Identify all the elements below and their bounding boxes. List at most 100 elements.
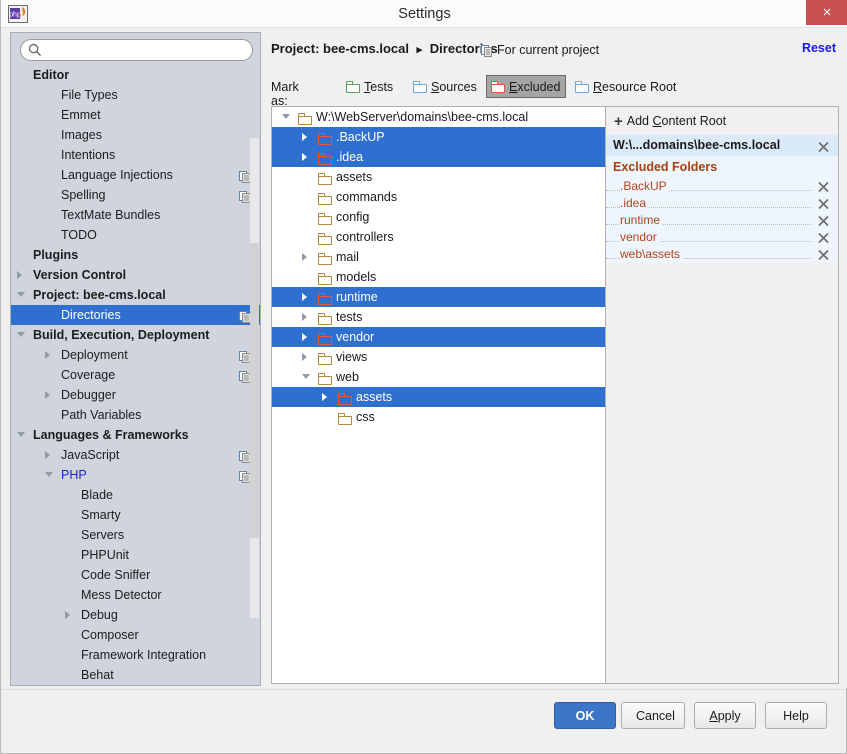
add-content-root-button[interactable]: + Add Content Root [614,113,726,130]
sidebar-item-servers[interactable]: Servers [11,525,260,545]
tree-row[interactable]: W:\WebServer\domains\bee-cms.local [272,107,605,127]
chevron-down-icon[interactable] [17,292,25,301]
chevron-down-icon[interactable] [17,432,25,441]
remove-excluded-folder-icon[interactable] [817,180,830,193]
sidebar-item-directories[interactable]: Directories [11,305,260,325]
sidebar-item-path-variables[interactable]: Path Variables [11,405,260,425]
sidebar-item-php[interactable]: PHP [11,465,260,485]
chevron-right-icon[interactable] [302,293,307,301]
sidebar-item-emmet[interactable]: Emmet [11,105,260,125]
sidebar-item-behat[interactable]: Behat [11,665,260,685]
excluded-folder-item[interactable]: vendor [606,229,838,246]
sidebar-item-code-sniffer[interactable]: Code Sniffer [11,565,260,585]
tree-row[interactable]: .BackUP [272,127,605,147]
remove-excluded-folder-icon[interactable] [817,248,830,261]
excluded-folder-item[interactable]: web\assets [606,246,838,263]
tree-row[interactable]: tests [272,307,605,327]
sidebar-item-languages-frameworks[interactable]: Languages & Frameworks [11,425,260,445]
sidebar-item-spelling[interactable]: Spelling [11,185,260,205]
remove-excluded-folder-icon[interactable] [817,231,830,244]
sidebar-item-smarty[interactable]: Smarty [11,505,260,525]
chevron-right-icon[interactable] [17,271,22,279]
sidebar-item-editor[interactable]: Editor [11,65,260,85]
tree-row[interactable]: assets [272,167,605,187]
add-content-root-suffix: ontent Root [661,114,727,128]
search-input[interactable] [20,39,253,61]
cancel-button[interactable]: Cancel [621,702,685,729]
sidebar-item-project-bee-cms-local[interactable]: Project: bee-cms.local [11,285,260,305]
chevron-right-icon[interactable] [65,611,70,619]
chevron-down-icon[interactable] [45,472,53,481]
ok-button[interactable]: OK [554,702,616,729]
chevron-right-icon[interactable] [302,253,307,261]
btn-prefix: OK [575,708,595,723]
tree-row[interactable]: mail [272,247,605,267]
sidebar-item-images[interactable]: Images [11,125,260,145]
excluded-folder-item[interactable]: .idea [606,195,838,212]
mark-as-excluded-button[interactable]: Excluded [486,75,567,98]
remove-excluded-folder-icon[interactable] [817,214,830,227]
sidebar-item-todo[interactable]: TODO [11,225,260,245]
sidebar-item-label: Directories [61,308,121,322]
tree-row[interactable]: vendor [272,327,605,347]
tree-row-label: css [356,410,375,424]
sidebar-item-file-types[interactable]: File Types [11,85,260,105]
sidebar-item-label: TextMate Bundles [61,208,161,222]
tree-row[interactable]: runtime [272,287,605,307]
excluded-folder-item[interactable]: runtime [606,212,838,229]
sidebar-item-debug[interactable]: Debug [11,605,260,625]
chevron-right-icon[interactable] [302,353,307,361]
sidebar-item-phpunit[interactable]: PHPUnit [11,545,260,565]
sidebar-item-debugger[interactable]: Debugger [11,385,260,405]
mark-as-sources-button[interactable]: Sources [408,75,483,98]
sidebar-item-build-execution-deployment[interactable]: Build, Execution, Deployment [11,325,260,345]
reset-link[interactable]: Reset [802,41,836,55]
tree-row[interactable]: commands [272,187,605,207]
chevron-right-icon[interactable] [302,133,307,141]
sidebar-item-textmate-bundles[interactable]: TextMate Bundles [11,205,260,225]
chevron-right-icon[interactable] [45,451,50,459]
chevron-right-icon[interactable] [302,333,307,341]
sidebar-item-deployment[interactable]: Deployment [11,345,260,365]
chevron-right-icon[interactable] [45,391,50,399]
tree-row[interactable]: models [272,267,605,287]
close-icon[interactable]: × [806,0,847,25]
sidebar-item-composer[interactable]: Composer [11,625,260,645]
sidebar-item-coverage[interactable]: Coverage [11,365,260,385]
sidebar-scrollbar-thumb[interactable] [250,243,259,538]
chevron-down-icon[interactable] [302,374,310,383]
tree-row[interactable]: css [272,407,605,427]
tree-row[interactable]: config [272,207,605,227]
remove-content-root-icon[interactable] [817,139,830,152]
tree-row[interactable]: web [272,367,605,387]
sidebar-item-intentions[interactable]: Intentions [11,145,260,165]
tree-row[interactable]: assets [272,387,605,407]
apply-button[interactable]: Apply [694,702,756,729]
sidebar-item-blade[interactable]: Blade [11,485,260,505]
help-button[interactable]: Help [765,702,827,729]
folder-yellow-icon [318,233,332,245]
project-file-tree[interactable]: W:\WebServer\domains\bee-cms.local .BackU… [272,107,606,683]
sidebar-item-language-injections[interactable]: Language Injections [11,165,260,185]
excluded-folder-item[interactable]: .BackUP [606,178,838,195]
tree-row[interactable]: views [272,347,605,367]
mark-as-resource-root-button[interactable]: Resource Root [570,75,682,98]
content-root-path-row[interactable]: W:\...domains\bee-cms.local [606,135,838,156]
settings-category-tree[interactable]: Editor File Types Emmet Images Intentions Lan… [11,65,260,685]
sidebar-item-version-control[interactable]: Version Control [11,265,260,285]
sidebar-item-framework-integration[interactable]: Framework Integration [11,645,260,665]
sidebar-item-label: Version Control [33,268,127,282]
chevron-down-icon[interactable] [17,332,25,341]
chevron-down-icon[interactable] [282,114,290,123]
chevron-right-icon[interactable] [322,393,327,401]
tree-row[interactable]: controllers [272,227,605,247]
chevron-right-icon[interactable] [302,153,307,161]
mark-as-tests-button[interactable]: Tests [341,75,399,98]
sidebar-item-mess-detector[interactable]: Mess Detector [11,585,260,605]
remove-excluded-folder-icon[interactable] [817,197,830,210]
chevron-right-icon[interactable] [302,313,307,321]
sidebar-item-javascript[interactable]: JavaScript [11,445,260,465]
sidebar-item-plugins[interactable]: Plugins [11,245,260,265]
chevron-right-icon[interactable] [45,351,50,359]
tree-row[interactable]: .idea [272,147,605,167]
